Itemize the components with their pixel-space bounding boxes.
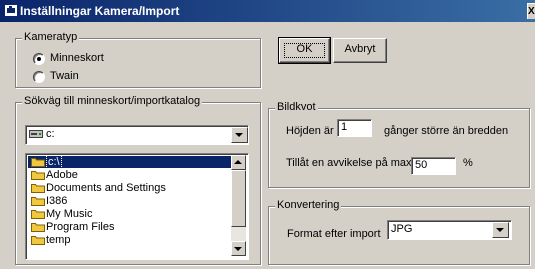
chevron-down-icon: [496, 228, 504, 232]
folder-list[interactable]: c:\ Adobe Documents and Settings I386 My Mus…: [25, 153, 249, 260]
ok-button-label: OK: [296, 43, 313, 55]
folder-name: Adobe: [46, 169, 78, 181]
tolerance-input[interactable]: 50: [411, 157, 456, 175]
folder-name: Documents and Settings: [46, 182, 166, 194]
folder-icon: [31, 170, 45, 180]
folder-list-item[interactable]: Adobe: [28, 169, 235, 181]
folder-list-item[interactable]: Documents and Settings: [28, 182, 235, 194]
close-button[interactable]: X: [527, 3, 535, 19]
bildkvot-label: Bildkvot: [275, 101, 318, 113]
radio-minneskort-label: Minneskort: [50, 52, 104, 64]
folder-name: My Music: [46, 208, 93, 220]
drive-value: c:: [46, 128, 55, 140]
tolerance-label: Tillåt en avvikelse på max: [286, 157, 412, 169]
folder-icon: [31, 235, 45, 245]
drive-select[interactable]: c:: [25, 125, 249, 145]
height-ratio-input[interactable]: 1: [337, 119, 372, 137]
folder-list-item[interactable]: My Music: [28, 208, 235, 220]
drive-icon: [29, 130, 43, 138]
app-icon: [5, 5, 17, 16]
title-bar[interactable]: Inställningar Kamera/Import X: [0, 0, 535, 22]
scroll-down-button[interactable]: [231, 241, 246, 256]
cancel-button-label: Avbryt: [344, 43, 376, 55]
radio-minneskort-button[interactable]: [33, 53, 45, 65]
bildkvot-group: Bildkvot: [268, 101, 530, 188]
format-value: JPG: [391, 223, 413, 235]
folder-name: I386: [46, 195, 68, 207]
drive-dropdown-button[interactable]: [231, 127, 248, 143]
scroll-up-icon: [234, 160, 242, 164]
format-label: Format efter import: [287, 228, 381, 240]
folder-icon: [31, 209, 45, 219]
radio-twain-button[interactable]: [33, 71, 45, 83]
close-icon: X: [528, 6, 535, 17]
folder-list-item[interactable]: I386: [28, 195, 235, 207]
folder-list-item[interactable]: temp: [28, 234, 235, 246]
ok-button[interactable]: OK: [278, 37, 331, 64]
kameratyp-label: Kameratyp: [22, 31, 80, 43]
open-folder-icon: [31, 157, 45, 167]
tolerance-unit: %: [463, 157, 473, 169]
folder-list-item[interactable]: c:\: [28, 155, 231, 169]
folder-name: c:\: [46, 155, 62, 169]
folder-icon: [31, 222, 45, 232]
height-suffix-label: gånger större än bredden: [384, 125, 509, 137]
folder-list-item[interactable]: Program Files: [28, 221, 235, 233]
radio-twain-label: Twain: [50, 70, 79, 82]
window-title: Inställningar Kamera/Import: [20, 4, 180, 18]
konvertering-label: Konvertering: [275, 199, 342, 211]
folder-icon: [31, 196, 45, 206]
cancel-button[interactable]: Avbryt: [333, 38, 387, 63]
chevron-down-icon: [235, 133, 243, 137]
kameratyp-group: Kameratyp Minneskort Twain: [15, 31, 261, 88]
path-label: Sökväg till minneskort/importkatalog: [22, 95, 203, 107]
folder-icon: [31, 183, 45, 193]
folder-name: Program Files: [46, 221, 115, 233]
scroll-thumb[interactable]: [231, 170, 246, 227]
scroll-up-button[interactable]: [231, 155, 246, 170]
format-select[interactable]: JPG: [387, 220, 512, 240]
folder-scrollbar[interactable]: [231, 155, 246, 256]
format-dropdown-button[interactable]: [492, 222, 509, 238]
folder-name: temp: [46, 234, 71, 246]
scroll-down-icon: [234, 247, 242, 251]
height-prefix-label: Höjden är: [286, 125, 334, 137]
